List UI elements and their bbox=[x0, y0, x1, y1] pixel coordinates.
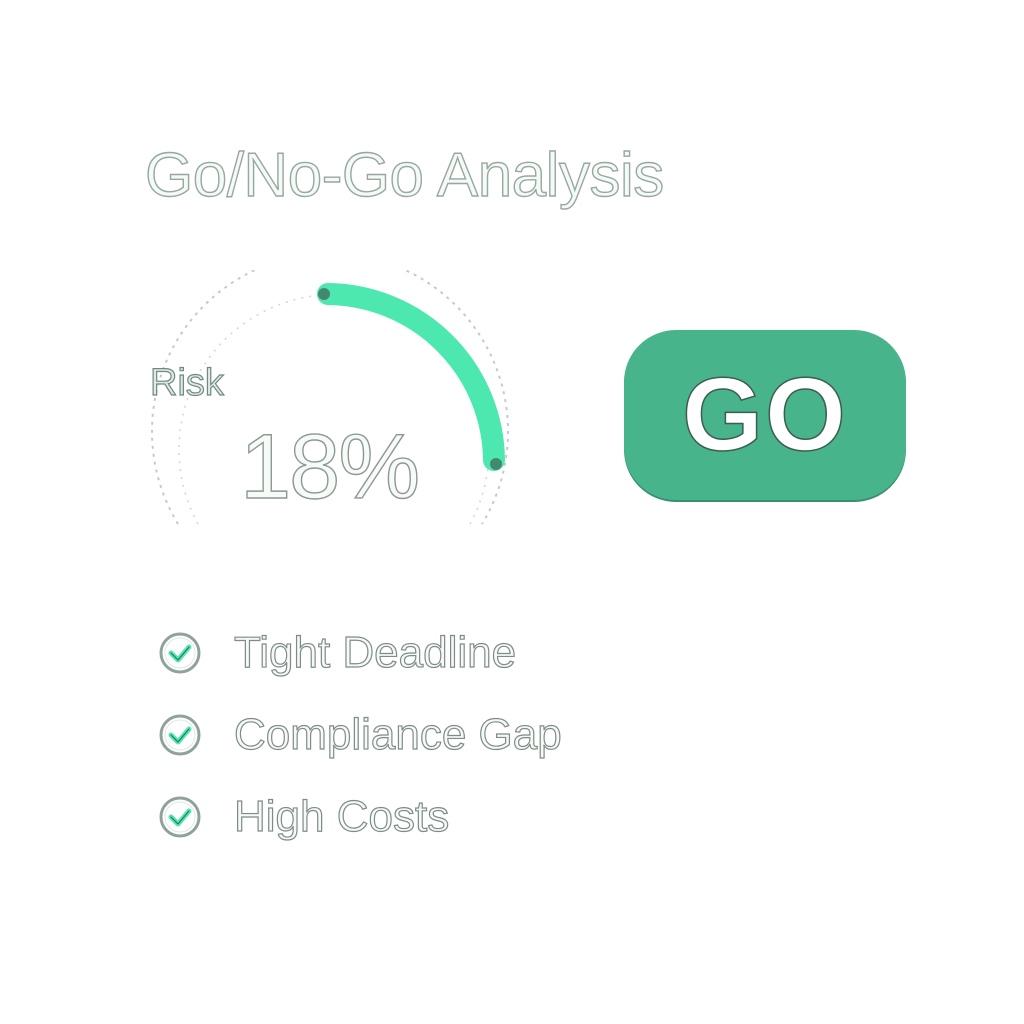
risk-value: 18% bbox=[239, 415, 421, 518]
check-circle-icon bbox=[159, 796, 201, 838]
risk-gauge-end-cap bbox=[490, 458, 502, 470]
risk-factor-list: Tight Deadline Compliance Gap High Costs bbox=[158, 612, 562, 858]
factor-label: High Costs bbox=[233, 791, 450, 841]
check-circle-icon bbox=[159, 632, 201, 674]
go-decision-label: GO bbox=[681, 356, 848, 474]
list-item: High Costs bbox=[158, 776, 562, 858]
go-no-go-panel: Go/No-Go Analysis Risk 18% GO Tight Dead… bbox=[0, 0, 1024, 1024]
factor-label: Tight Deadline bbox=[233, 627, 517, 677]
factor-label: Compliance Gap bbox=[233, 709, 562, 759]
risk-label: Risk bbox=[149, 361, 224, 404]
page-title: Go/No-Go Analysis bbox=[144, 140, 665, 210]
go-decision-button[interactable]: GO bbox=[624, 330, 906, 500]
list-item: Compliance Gap bbox=[158, 694, 562, 776]
list-item: Tight Deadline bbox=[158, 612, 562, 694]
risk-gauge-start-cap bbox=[318, 288, 330, 300]
check-circle-icon bbox=[159, 714, 201, 756]
